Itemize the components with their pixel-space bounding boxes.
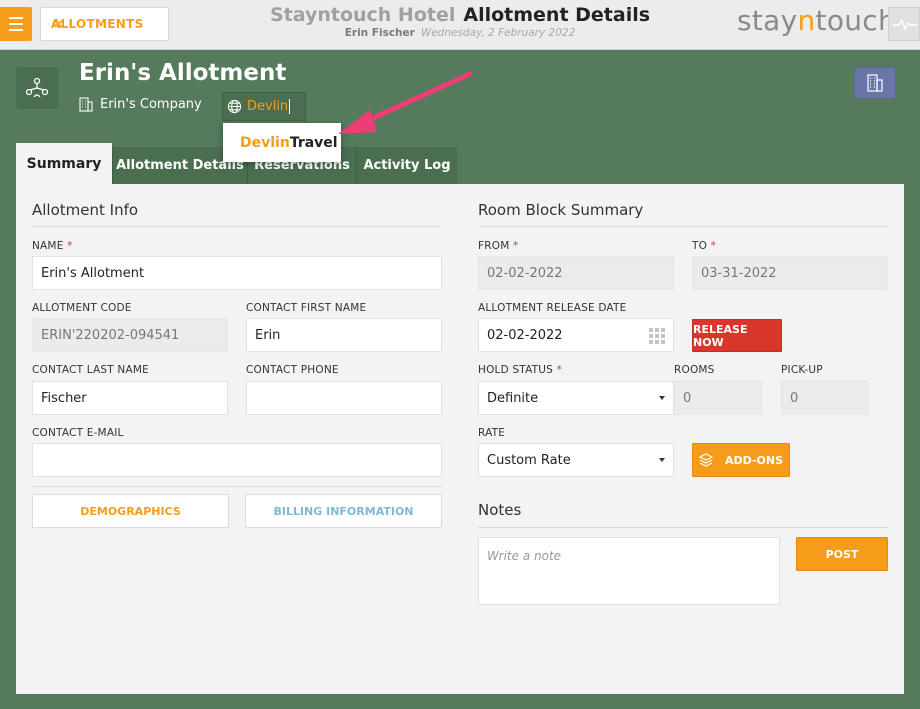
release-date-input[interactable]: 02-02-2022 [478, 318, 674, 352]
brand-logo: stayntouch [737, 4, 897, 37]
contact-email-input[interactable] [32, 443, 442, 477]
contact-email-label: CONTACT E-MAIL [32, 427, 124, 439]
top-bar: ‹‹ ALLOTMENTS Stayntouch Hotel Allotment … [0, 0, 920, 50]
to-label: TO * [692, 240, 717, 252]
hold-status-select[interactable]: Definite [478, 381, 674, 415]
pickup-field: 0 [781, 381, 869, 415]
travel-agent-input[interactable]: Devlin [222, 92, 306, 121]
rate-select[interactable]: Custom Rate [478, 443, 674, 477]
contact-first-name-input[interactable]: Erin [246, 318, 442, 352]
tab-activity-log[interactable]: Activity Log [356, 147, 457, 184]
caret-down-icon [659, 396, 665, 400]
allotment-code-label: ALLOTMENT CODE [32, 302, 132, 314]
contact-first-name-label: CONTACT FIRST NAME [246, 302, 367, 314]
building-icon [79, 97, 93, 112]
allotment-title: Erin's Allotment [79, 60, 287, 86]
pickup-label: PICK-UP [781, 364, 823, 376]
rooms-field: 0 [674, 381, 762, 415]
pulse-icon[interactable] [888, 7, 920, 41]
post-note-button[interactable]: POST [796, 537, 888, 571]
add-ons-button[interactable]: ADD-ONS [692, 443, 790, 477]
hotel-name: Stayntouch Hotel [269, 4, 456, 26]
company-name: Erin's Company [100, 97, 202, 112]
divider [478, 226, 888, 227]
business-date: Wednesday, 2 February 2022 [420, 27, 576, 39]
caret-down-icon [659, 458, 665, 462]
contact-phone-label: CONTACT PHONE [246, 364, 339, 376]
contact-phone-input[interactable] [246, 381, 442, 415]
from-date-field: 02-02-2022 [478, 256, 674, 290]
tab-summary[interactable]: Summary [16, 143, 112, 185]
divider [32, 486, 442, 487]
globe-icon [227, 99, 242, 114]
hold-status-label: HOLD STATUS * [478, 364, 563, 376]
billing-information-button[interactable]: BILLING INFORMATION [245, 494, 442, 528]
hotel-building-button[interactable] [854, 67, 896, 99]
release-now-button[interactable]: RELEASE NOW [692, 319, 782, 352]
travel-agent-value: Devlin [247, 99, 291, 114]
user-name: Erin Fischer [344, 27, 415, 39]
allotment-name-input[interactable]: Erin's Allotment [32, 256, 442, 290]
release-date-label: ALLOTMENT RELEASE DATE [478, 302, 627, 314]
building-icon [867, 74, 883, 92]
layers-icon [698, 453, 713, 467]
allotment-info-title: Allotment Info [32, 201, 139, 219]
annotation-arrow-icon [338, 71, 473, 134]
notes-title: Notes [478, 501, 522, 519]
demographics-button[interactable]: DEMOGRAPHICS [32, 494, 229, 528]
contact-last-name-label: CONTACT LAST NAME [32, 364, 149, 376]
name-label: NAME * [32, 240, 73, 252]
allotment-icon [16, 67, 58, 109]
company-link[interactable]: Erin's Company [79, 97, 202, 112]
calendar-icon[interactable] [649, 328, 665, 344]
to-date-field: 03-31-2022 [692, 256, 888, 290]
room-block-summary-title: Room Block Summary [478, 201, 644, 219]
allotment-code-field: ERIN'220202-094541 [32, 318, 228, 352]
page-title: Allotment Details [463, 4, 651, 26]
note-textarea[interactable]: Write a note [478, 537, 780, 605]
divider [32, 226, 442, 227]
divider [478, 527, 888, 528]
rooms-label: ROOMS [674, 364, 715, 376]
contact-last-name-input[interactable]: Fischer [32, 381, 228, 415]
from-label: FROM * [478, 240, 519, 252]
summary-panel: Allotment Info NAME * Erin's Allotment A… [16, 184, 904, 694]
rate-label: RATE [478, 427, 506, 439]
